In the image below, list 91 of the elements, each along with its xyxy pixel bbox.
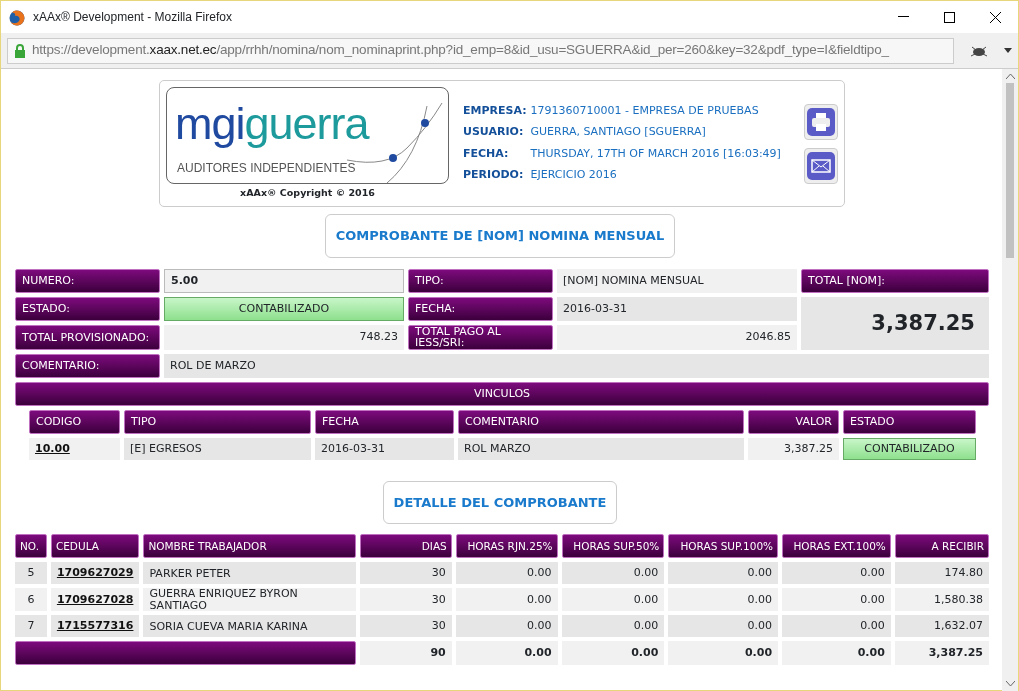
table-cell: 1,632.07	[894, 615, 989, 638]
field-label: TOTAL PAGO AL IESS/SRI:	[408, 324, 553, 350]
company-logo: mgiguerra AUDITORES INDEPENDIENTES	[166, 87, 449, 184]
email-button[interactable]	[804, 147, 838, 184]
table-cell: 1,580.38	[894, 588, 989, 612]
section-title: DETALLE DEL COMPROBANTE	[382, 480, 618, 525]
column-header: DIAS	[359, 534, 452, 559]
table-cell: 5	[15, 562, 47, 585]
document-title: COMPROBANTE DE [NOM] NOMINA MENSUAL	[324, 214, 676, 258]
status-badge: CONTABILIZADO	[843, 437, 976, 460]
table-cell: ROL MARZO	[458, 437, 744, 460]
table-cell: 0.00	[782, 588, 891, 612]
minimize-icon[interactable]	[897, 16, 909, 18]
field-value: 748.23	[164, 324, 404, 350]
field-value: [NOM] NOMINA MENSUAL	[557, 268, 797, 293]
section-header: VINCULOS	[15, 381, 989, 406]
column-header: NO.	[15, 534, 47, 559]
field-label: NUMERO:	[15, 268, 160, 293]
column-header: TIPO	[124, 409, 311, 434]
total-cell: 3,387.25	[894, 641, 989, 666]
copyright-text: xAAx® Copyright © 2016	[239, 186, 376, 200]
table-cell: 2016-03-31	[315, 437, 454, 460]
table-cell: 6	[15, 588, 47, 612]
field-label: COMENTARIO:	[15, 353, 160, 378]
total-cell: 0.00	[455, 641, 558, 666]
field-label: ESTADO:	[15, 296, 160, 321]
table-cell: GUERRA ENRIQUEZ BYRON SANTIAGO	[143, 588, 356, 612]
column-header: CEDULA	[50, 534, 140, 559]
print-button[interactable]	[804, 103, 838, 140]
field-label: TIPO:	[408, 268, 553, 293]
browser-logo-icon	[9, 9, 25, 26]
column-header: COMENTARIO	[458, 409, 744, 434]
table-cell: [E] EGRESOS	[124, 437, 311, 460]
field-value: 2016-03-31	[557, 296, 797, 321]
total-cell: 0.00	[561, 641, 665, 666]
field-value: 2046.85	[557, 324, 797, 350]
total-cell: 0.00	[782, 641, 891, 666]
table-cell: 3,387.25	[748, 437, 839, 460]
close-icon[interactable]	[989, 11, 1001, 23]
column-header: CODIGO	[29, 409, 120, 434]
field-label: TOTAL [NOM]:	[801, 268, 989, 293]
column-header: HORAS SUP.50%	[561, 534, 665, 559]
status-badge: CONTABILIZADO	[164, 296, 404, 321]
total-cell: 90	[359, 641, 452, 666]
scrollbar-thumb[interactable]	[1006, 83, 1014, 258]
table-cell: 30	[359, 588, 452, 612]
column-header: HORAS EXT.100%	[782, 534, 891, 559]
info-value: THURSDAY, 17TH OF MARCH 2016 [16:03:49]	[530, 145, 782, 162]
field-label: FECHA:	[408, 296, 553, 321]
lock-icon	[14, 43, 26, 58]
table-cell: 0.00	[668, 588, 779, 612]
maximize-icon[interactable]	[943, 11, 955, 23]
column-header: FECHA	[315, 409, 454, 434]
info-value: GUERRA, SANTIAGO [SGUERRA]	[530, 124, 707, 141]
column-header: HORAS SUP.100%	[668, 534, 779, 559]
table-cell: 174.80	[894, 562, 989, 585]
column-header: A RECIBIR	[894, 534, 989, 559]
table-cell: 0.00	[668, 615, 779, 638]
table-cell: 30	[359, 615, 452, 638]
column-header: HORAS RJN.25%	[455, 534, 558, 559]
scroll-up-icon[interactable]	[1005, 73, 1015, 79]
scroll-down-icon[interactable]	[1005, 681, 1015, 687]
dropdown-caret-icon[interactable]	[1004, 48, 1012, 53]
table-cell: 0.00	[455, 615, 558, 638]
info-value: EJERCICIO 2016	[530, 167, 618, 184]
table-cell: 0.00	[782, 562, 891, 585]
table-cell: 0.00	[561, 562, 665, 585]
field-value: 5.00	[164, 268, 404, 293]
column-header: ESTADO	[843, 409, 976, 434]
field-label: TOTAL PROVISIONADO:	[15, 324, 160, 350]
total-amount: 3,387.25	[801, 296, 989, 350]
table-cell: 0.00	[668, 562, 779, 585]
field-value: ROL DE MARZO	[164, 353, 989, 378]
info-label: USUARIO:	[463, 122, 531, 144]
column-header: NOMBRE TRABAJADOR	[143, 534, 356, 559]
table-cell: PARKER PETER	[143, 562, 356, 585]
table-cell: 0.00	[455, 562, 558, 585]
info-label: EMPRESA:	[463, 100, 531, 123]
total-cell: 0.00	[668, 641, 779, 666]
table-cell: 0.00	[561, 615, 665, 638]
table-cell: 30	[359, 562, 452, 585]
table-cell: 0.00	[455, 588, 558, 612]
info-label: FECHA:	[463, 143, 531, 166]
column-header: VALOR	[748, 409, 839, 434]
window-title: xAAx® Development - Mozilla Firefox	[33, 9, 233, 26]
table-cell: 7	[15, 615, 47, 638]
info-label: PERIODO:	[463, 165, 531, 187]
table-cell: 0.00	[561, 588, 665, 612]
table-cell: 0.00	[782, 615, 891, 638]
info-value: 1791360710001 - EMPRESA DE PRUEBAS	[530, 102, 760, 119]
table-cell: SORIA CUEVA MARIA KARINA	[143, 615, 356, 638]
